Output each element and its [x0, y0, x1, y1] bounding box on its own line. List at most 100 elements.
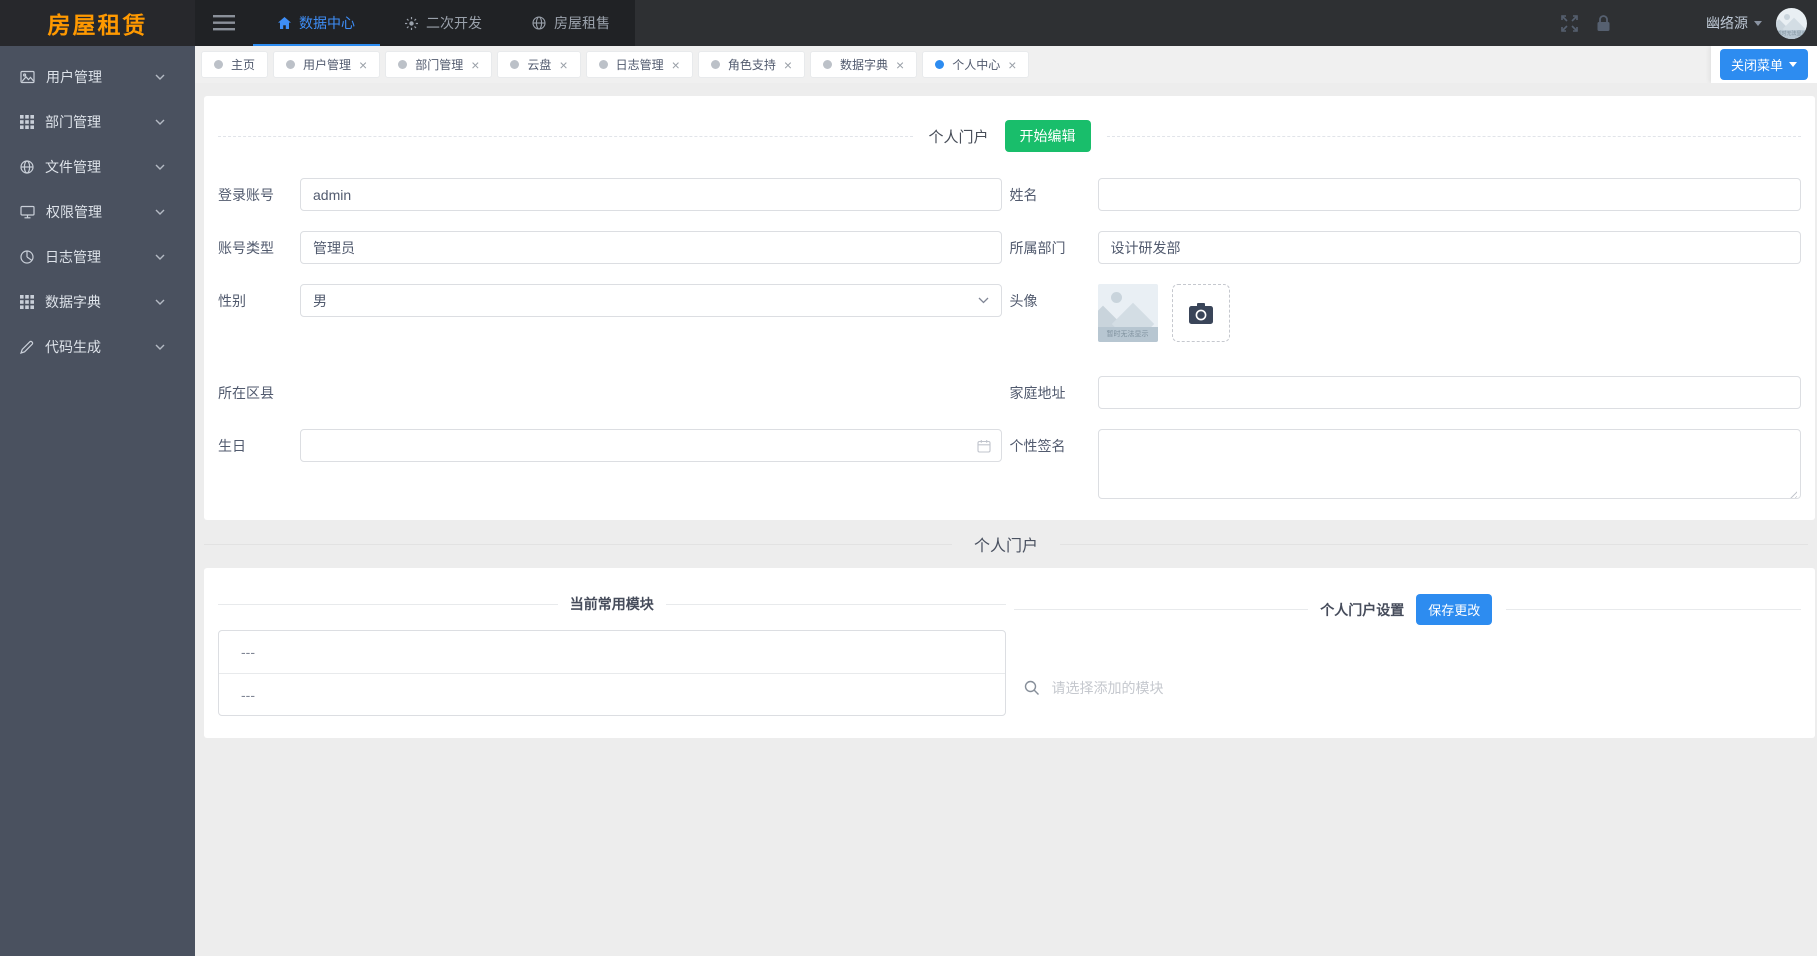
sidebar-item-label: 权限管理: [46, 202, 102, 222]
close-icon[interactable]: ×: [559, 58, 567, 72]
gender-select[interactable]: 男: [300, 284, 1002, 317]
chevron-down-icon: [155, 344, 165, 350]
name-input[interactable]: [1098, 178, 1802, 211]
tab-label: 云盘: [527, 56, 551, 73]
birthday-date-input[interactable]: [300, 429, 1002, 462]
portal-section-heading: 个人门户: [974, 532, 1038, 556]
birthday-label: 生日: [218, 429, 300, 456]
close-icon[interactable]: ×: [672, 58, 680, 72]
gender-value: 男: [313, 291, 978, 311]
tab-cloud-disk[interactable]: 云盘 ×: [497, 51, 580, 78]
tab-home[interactable]: 主页: [201, 51, 268, 78]
nav-item-secondary-dev[interactable]: 二次开发: [380, 0, 507, 46]
avatar-upload-button[interactable]: [1172, 284, 1230, 342]
grid-icon: [20, 115, 34, 129]
form-row: 性别 男 头像 暂时无法显示: [218, 284, 1801, 342]
sidebar-item-label: 文件管理: [45, 157, 101, 177]
modules-list: --- ---: [218, 630, 1006, 716]
home-icon: [278, 17, 291, 29]
nav-item-data-center[interactable]: 数据中心: [253, 0, 380, 46]
sidebar-item-permission-management[interactable]: 权限管理: [0, 189, 195, 234]
calendar-icon: [977, 439, 991, 453]
user-avatar[interactable]: 暂时无法显示: [1776, 8, 1807, 39]
tab-dot: [286, 60, 295, 69]
tab-dot: [935, 60, 944, 69]
personal-portal-card: 个人门户 开始编辑 登录账号 姓名 账号类型 所属部门: [204, 96, 1815, 520]
search-icon: [1024, 680, 1040, 696]
sidebar-item-user-management[interactable]: 用户管理: [0, 54, 195, 99]
sidebar-item-file-management[interactable]: 文件管理: [0, 144, 195, 189]
close-menu-label: 关闭菜单: [1731, 55, 1783, 74]
county-label: 所在区县: [218, 376, 300, 403]
close-icon[interactable]: ×: [359, 58, 367, 72]
grid-icon: [20, 295, 34, 309]
form-row: 生日 个性签名: [218, 429, 1801, 504]
tab-user-management[interactable]: 用户管理 ×: [273, 51, 380, 78]
close-icon[interactable]: ×: [896, 58, 904, 72]
portal-title: 个人门户: [929, 126, 989, 147]
tab-dot: [398, 60, 407, 69]
tab-label: 用户管理: [303, 56, 351, 73]
module-search-input[interactable]: [1050, 679, 1370, 697]
chevron-down-icon: [1789, 62, 1797, 67]
main-content: 个人门户 开始编辑 登录账号 姓名 账号类型 所属部门: [195, 83, 1817, 956]
close-menu-container: 关闭菜单: [1711, 46, 1817, 83]
module-list-item[interactable]: ---: [219, 631, 1005, 673]
department-input[interactable]: [1098, 231, 1802, 264]
app-header: 房屋租赁 数据中心 二次开发: [0, 0, 1817, 46]
sidebar-item-label: 用户管理: [46, 67, 102, 87]
chevron-down-icon: [978, 297, 989, 304]
signature-textarea[interactable]: [1098, 429, 1802, 499]
tab-label: 数据字典: [840, 56, 888, 73]
close-icon[interactable]: ×: [471, 58, 479, 72]
avatar-placeholder-text: 暂时无法显示: [1776, 30, 1807, 39]
nav-item-house-sale[interactable]: 房屋租售: [507, 0, 635, 46]
sidebar-item-data-dictionary[interactable]: 数据字典: [0, 279, 195, 324]
chevron-down-icon: [155, 164, 165, 170]
save-changes-button[interactable]: 保存更改: [1416, 594, 1492, 625]
chevron-down-icon: [155, 299, 165, 305]
module-search: [1014, 679, 1802, 697]
pencil-icon: [20, 340, 34, 354]
avatar-image-placeholder[interactable]: 暂时无法显示: [1098, 284, 1158, 342]
nav-item-label: 房屋租售: [554, 13, 610, 33]
camera-icon: [1189, 303, 1213, 324]
fullscreen-button[interactable]: [1552, 15, 1587, 32]
chevron-down-icon: [155, 254, 165, 260]
tab-log-management[interactable]: 日志管理×: [586, 51, 693, 78]
bulb-icon: [405, 17, 418, 30]
tab-dot: [599, 60, 608, 69]
user-menu[interactable]: 幽络源: [1706, 13, 1762, 33]
form-row: 所在区县 家庭地址: [218, 376, 1801, 409]
sidebar: 用户管理 部门管理 文件管理 权限管理 日志管理 数据字典: [0, 46, 195, 956]
home-address-input[interactable]: [1098, 376, 1802, 409]
login-account-input[interactable]: [300, 178, 1002, 211]
close-icon[interactable]: ×: [1008, 58, 1016, 72]
name-label: 姓名: [1010, 178, 1098, 205]
close-icon[interactable]: ×: [784, 58, 792, 72]
module-list-item[interactable]: ---: [219, 673, 1005, 715]
globe-icon: [532, 16, 546, 30]
tab-label: 角色支持: [728, 56, 776, 73]
sidebar-item-code-generation[interactable]: 代码生成: [0, 324, 195, 369]
hamburger-menu-button[interactable]: [195, 0, 253, 46]
tab-department-management[interactable]: 部门管理×: [385, 51, 492, 78]
image-chart-icon: [20, 70, 35, 84]
tags-nav: 主页 用户管理 × 部门管理× 云盘 × 日志管理× 角色支持 × 数据字典 × 个人中…: [195, 46, 1817, 83]
tab-dot: [823, 60, 832, 69]
account-type-label: 账号类型: [218, 231, 300, 258]
tab-personal-center[interactable]: 个人中心×: [922, 51, 1029, 78]
signature-label: 个性签名: [1010, 429, 1098, 456]
sidebar-item-log-management[interactable]: 日志管理: [0, 234, 195, 279]
portal-settings-title: 个人门户设置: [1320, 600, 1404, 620]
lock-screen-button[interactable]: [1587, 15, 1620, 32]
account-type-input[interactable]: [300, 231, 1002, 264]
close-menu-button[interactable]: 关闭菜单: [1720, 49, 1808, 80]
tab-role-support[interactable]: 角色支持 ×: [698, 51, 805, 78]
avatar-label: 头像: [1010, 284, 1098, 311]
portal-settings-panel: 个人门户设置 保存更改: [1014, 594, 1802, 738]
sidebar-item-department-management[interactable]: 部门管理: [0, 99, 195, 144]
start-edit-button[interactable]: 开始编辑: [1005, 120, 1091, 152]
portal-settings-card: 当前常用模块 --- --- 个人门户设置 保存更改: [204, 568, 1815, 738]
tab-data-dictionary[interactable]: 数据字典 ×: [810, 51, 917, 78]
